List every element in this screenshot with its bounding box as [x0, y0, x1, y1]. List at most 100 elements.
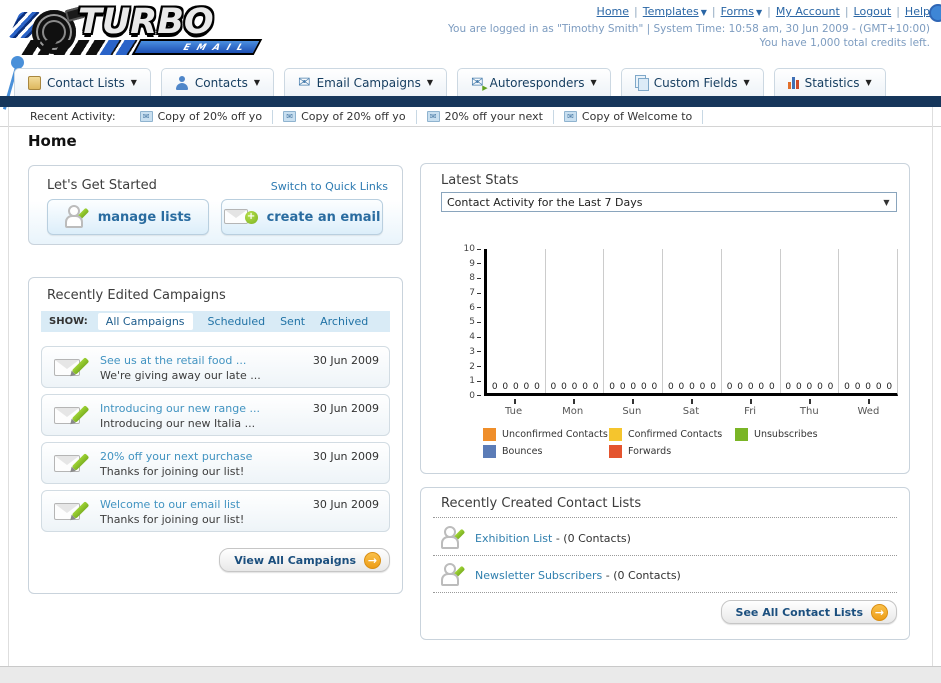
contact-list-link[interactable]: Newsletter Subscribers	[475, 569, 602, 582]
y-tick-label: 7	[451, 288, 481, 298]
footer-strip	[0, 667, 941, 683]
edit-list-icon	[441, 525, 466, 551]
legend-item: Unconfirmed Contacts	[483, 426, 609, 443]
campaign-title-link[interactable]: Introducing our new range ...	[100, 402, 260, 415]
contacts-icon	[175, 75, 189, 90]
header-link-templates[interactable]: Templates	[643, 5, 699, 18]
right-page-border	[932, 107, 933, 666]
campaign-title-link[interactable]: See us at the retail food ...	[100, 354, 246, 367]
chart-day-column: 00000	[838, 249, 897, 393]
filter-sent[interactable]: Sent	[280, 315, 305, 328]
envelope-icon	[283, 111, 297, 122]
recent-activity-item[interactable]: 20% off your next	[417, 109, 554, 124]
y-tick-label: 5	[451, 317, 481, 327]
get-started-panel: Let's Get Started Switch to Quick Links …	[28, 165, 403, 245]
x-tick-label: Wed	[839, 399, 898, 417]
create-email-button[interactable]: + create an email	[221, 199, 383, 235]
campaign-subtitle: Introducing our new Italia ...	[100, 417, 256, 430]
tab-dropdown-arrow-icon: ▼	[253, 78, 260, 87]
left-page-border	[8, 107, 9, 666]
edit-campaign-icon	[54, 498, 90, 526]
header-link-home[interactable]: Home	[597, 5, 629, 18]
tab-dropdown-arrow-icon: ▼	[130, 78, 137, 87]
x-tick-label: Sun	[602, 399, 661, 417]
chart-day-column: 00000	[544, 249, 604, 393]
x-tick-label: Mon	[543, 399, 602, 417]
recent-activity-bar: Recent Activity: Copy of 20% off yo Copy…	[0, 107, 941, 127]
chart-legend: Unconfirmed Contacts Confirmed Contacts Un…	[483, 426, 868, 460]
stats-period-select[interactable]: Contact Activity for the Last 7 Days	[441, 192, 897, 212]
header-links: Home | Templates ▼ | Forms ▼ | My Account | Logout…	[596, 5, 930, 18]
legend-item: Confirmed Contacts	[609, 426, 735, 443]
edit-campaign-icon	[54, 402, 90, 430]
campaign-card: 20% off your next purchase Thanks for jo…	[41, 442, 390, 484]
tab-statistics[interactable]: Statistics ▼	[773, 68, 886, 96]
arrow-circle-icon	[871, 603, 888, 621]
tab-autoresponders[interactable]: Autoresponders ▼	[457, 68, 611, 96]
envelope-icon	[426, 111, 440, 122]
see-all-contact-lists-button[interactable]: See All Contact Lists	[720, 600, 897, 624]
recent-activity-item[interactable]: Copy of 20% off yo	[273, 109, 417, 124]
chart-day-column: 00000	[662, 249, 721, 393]
recent-activity-label: Recent Activity:	[30, 110, 116, 123]
tab-contact-lists[interactable]: Contact Lists ▼	[14, 68, 151, 96]
switch-to-quick-links[interactable]: Switch to Quick Links	[271, 180, 388, 193]
manage-lists-button[interactable]: manage lists	[47, 199, 209, 235]
contact-list-item: Exhibition List - (0 Contacts)	[441, 523, 631, 553]
arrow-circle-icon	[364, 551, 381, 569]
view-all-campaigns-button[interactable]: View All Campaigns	[219, 548, 390, 572]
contact-list-link[interactable]: Exhibition List	[475, 532, 552, 545]
filter-scheduled[interactable]: Scheduled	[208, 315, 266, 328]
chart-plot: 00000000000000000000000000000000000	[484, 249, 898, 396]
stats-period-value: Contact Activity for the Last 7 Days	[447, 195, 643, 209]
campaign-card: Welcome to our email list Thanks for joi…	[41, 490, 390, 532]
campaign-date: 30 Jun 2009	[312, 498, 379, 511]
statistics-icon	[787, 76, 799, 89]
y-tick-label: 1	[451, 376, 481, 386]
filter-archived[interactable]: Archived	[320, 315, 368, 328]
header-link-help[interactable]: Help	[905, 5, 930, 18]
dotted-divider	[433, 592, 897, 593]
logo-subtitle: EMAIL	[131, 39, 263, 55]
campaigns-title: Recently Edited Campaigns	[47, 288, 226, 303]
tab-dropdown-arrow-icon: ▼	[865, 78, 872, 87]
login-info: You are logged in as "Timothy Smith" | S…	[448, 23, 930, 35]
header-link-my-account[interactable]: My Account	[776, 5, 840, 18]
campaign-date: 30 Jun 2009	[312, 402, 379, 415]
tab-dropdown-arrow-icon: ▼	[743, 78, 750, 87]
recent-activity-item[interactable]: Copy of Welcome to	[554, 109, 704, 124]
legend-swatch-icon	[483, 428, 496, 441]
campaign-date: 30 Jun 2009	[312, 354, 379, 367]
custom-fields-icon	[634, 75, 649, 91]
tab-custom-fields[interactable]: Custom Fields ▼	[620, 68, 764, 96]
contact-lists-panel: Recently Created Contact Lists Exhibitio…	[420, 487, 910, 640]
email-campaigns-icon	[298, 75, 311, 90]
recent-activity-item[interactable]: Copy of 20% off yo	[130, 109, 274, 124]
y-tick-label: 3	[451, 347, 481, 357]
main-navigation: Contact Lists ▼ Contacts ▼ Email Campaig…	[14, 68, 886, 96]
y-tick-label: 8	[451, 273, 481, 283]
decoration-dot	[929, 4, 941, 22]
y-tick-label: 4	[451, 332, 481, 342]
header-link-forms[interactable]: Forms	[721, 5, 754, 18]
tab-dropdown-arrow-icon: ▼	[590, 78, 597, 87]
legend-swatch-icon	[735, 428, 748, 441]
chart-day-column: 00000	[779, 249, 839, 393]
header-link-logout[interactable]: Logout	[854, 5, 892, 18]
campaign-card: See us at the retail food ... We're givi…	[41, 346, 390, 388]
dropdown-arrow-icon: ▼	[700, 8, 707, 17]
campaign-title-link[interactable]: 20% off your next purchase	[100, 450, 252, 463]
select-arrow-icon	[879, 198, 894, 207]
envelope-icon	[563, 111, 577, 122]
turbo-email-logo[interactable]: TURBO EMAIL	[7, 2, 278, 62]
campaign-title-link[interactable]: Welcome to our email list	[100, 498, 240, 511]
tab-email-campaigns[interactable]: Email Campaigns ▼	[284, 68, 448, 96]
tab-contacts[interactable]: Contacts ▼	[160, 68, 274, 96]
edit-list-icon	[441, 562, 466, 588]
chart-day-column: 00000	[603, 249, 662, 393]
logo-title: TURBO	[78, 2, 214, 42]
filter-all-campaigns[interactable]: All Campaigns	[97, 313, 193, 330]
manage-lists-icon	[64, 204, 89, 230]
dropdown-arrow-icon: ▼	[756, 8, 763, 17]
x-tick-label: Tue	[484, 399, 543, 417]
